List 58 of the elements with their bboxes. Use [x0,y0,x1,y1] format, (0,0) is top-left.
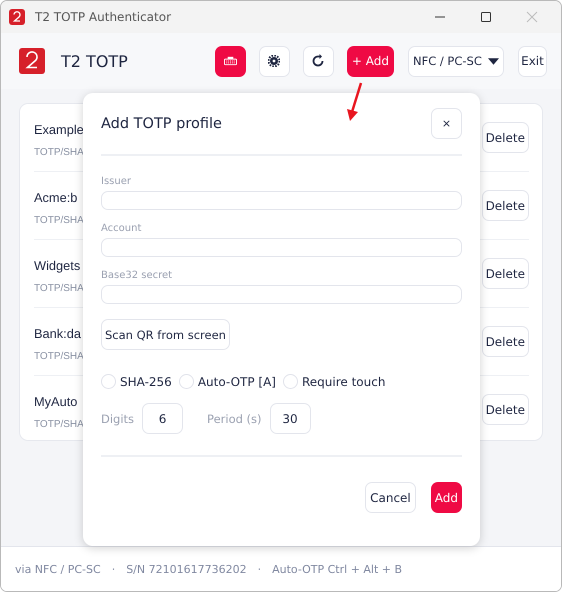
settings-button[interactable] [258,46,290,76]
scan-qr-button[interactable]: Scan QR from screen [101,319,230,350]
checkbox[interactable] [101,374,116,389]
profile-name: Example [34,122,84,136]
field-label: Period (s) [207,412,262,426]
cancel-button[interactable]: Cancel [365,482,416,513]
window-title: T2 TOTP Authenticator [35,10,172,24]
delete-button[interactable]: Delete [482,122,529,153]
digits-field[interactable]: 6 [142,403,184,434]
dialog-title: Add TOTP profile [101,116,222,132]
profile-detail: TOTP/SHA [34,214,84,226]
status-text: · [258,562,262,576]
annotation-arrow [345,82,365,122]
app-name: T2 TOTP [61,52,128,70]
transport-dropdown[interactable]: NFC / PC-SC [408,46,504,76]
profile-detail: TOTP/SHA [34,418,84,430]
gear-icon [268,55,280,67]
period-field[interactable]: 30 [270,403,311,434]
refresh-icon [311,54,326,68]
checkbox[interactable] [282,374,298,389]
status-text: · [112,562,116,576]
profile-name: Bank:da [34,326,81,340]
profile-detail: TOTP/SHA [34,146,84,158]
delete-button[interactable]: Delete [482,258,529,289]
add-button[interactable]: + Add [346,46,394,76]
input-field[interactable] [101,191,462,210]
option-label: SHA-256 [120,374,172,388]
input-field[interactable] [101,238,462,257]
status-text: S/N 72101617736202 [126,562,247,576]
delete-button[interactable]: Delete [482,394,529,425]
app-logo-icon [9,9,25,25]
status-text: Auto-OTP Ctrl + Alt + B [272,562,402,576]
status-text: via NFC / PC-SC [15,562,101,576]
add-button[interactable]: Add [430,482,462,513]
close-icon[interactable] [526,11,538,23]
input-field[interactable] [101,285,462,304]
option-label: Require touch [302,374,386,388]
field-label: Account [101,223,142,234]
option-label: Auto-OTP [A] [198,374,276,388]
profile-name: Acme:b [34,190,78,204]
field-label: Digits [101,412,134,426]
exit-button[interactable]: Exit [518,46,547,76]
field-label: Base32 secret [101,270,174,281]
keyboard-button[interactable] [214,46,246,76]
delete-button[interactable]: Delete [482,326,529,357]
keyboard-icon [224,56,237,66]
refresh-button[interactable] [302,46,334,76]
field-label: Issuer [101,176,132,187]
profile-detail: TOTP/SHA [34,350,84,362]
profile-name: MyAuto [34,394,78,408]
checkbox[interactable] [178,374,194,389]
caret-icon [488,58,499,64]
delete-button[interactable]: Delete [482,190,529,221]
maximize-icon[interactable] [480,11,492,23]
app-logo-icon [19,48,45,74]
profile-name: Widgets [34,258,80,272]
close-button[interactable]: × [431,108,462,139]
profile-detail: TOTP/SHA [34,282,84,294]
